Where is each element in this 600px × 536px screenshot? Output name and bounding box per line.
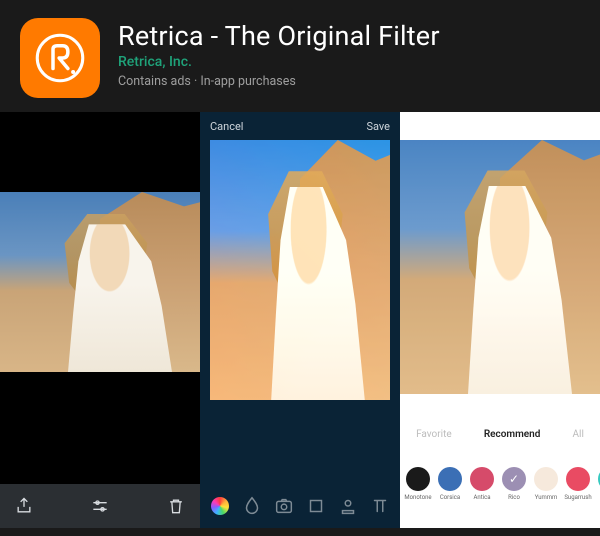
filter-label: Sugarrush: [564, 494, 591, 501]
app-header: Retrica - The Original Filter Retrica, I…: [0, 0, 600, 112]
filter-label: Corsica: [440, 494, 460, 501]
photo-preview: [0, 192, 200, 372]
filter-label: Yummm: [535, 494, 558, 501]
filter-sugarrush[interactable]: Sugarrush: [564, 467, 592, 501]
filter-swatch: [502, 467, 526, 491]
filter-label: Monotone: [404, 494, 431, 501]
filter-label: Rico: [508, 494, 520, 501]
developer-name[interactable]: Retrica, Inc.: [118, 54, 440, 70]
screenshot-2[interactable]: Cancel Save: [200, 112, 400, 528]
trash-icon[interactable]: [166, 496, 186, 516]
app-title: Retrica - The Original Filter: [118, 20, 440, 52]
edit-top-bar: Cancel Save: [200, 112, 400, 140]
blur-icon[interactable]: [241, 495, 263, 517]
camera-icon[interactable]: [273, 495, 295, 517]
edit-tools: [200, 484, 400, 528]
screenshot-1[interactable]: [0, 112, 200, 528]
filter-label: Antica: [473, 494, 490, 501]
filter-yummm[interactable]: Yummm: [532, 467, 560, 501]
filter-monotone[interactable]: Monotone: [404, 467, 432, 501]
filter-aqua[interactable]: Aqua: [596, 467, 600, 501]
filter-rico[interactable]: Rico: [500, 467, 528, 501]
cancel-button[interactable]: Cancel: [210, 120, 243, 133]
tab-recommend[interactable]: Recommend: [484, 429, 541, 440]
filter-swatch: [534, 467, 558, 491]
app-icon[interactable]: [20, 18, 100, 98]
filter-tabs: Favorite Recommend All: [400, 420, 600, 448]
share-icon[interactable]: [14, 496, 34, 516]
adjust-icon[interactable]: [90, 496, 110, 516]
app-meta: Contains ads · In-app purchases: [118, 74, 440, 89]
filter-swatch: [470, 467, 494, 491]
retrica-logo-icon: [32, 30, 88, 86]
bottom-toolbar: [0, 484, 200, 528]
filter-swatch: [566, 467, 590, 491]
title-block: Retrica - The Original Filter Retrica, I…: [118, 18, 440, 89]
filter-panel: Favorite Recommend All Monotone Corsica An…: [400, 420, 600, 528]
text-icon[interactable]: [369, 495, 391, 517]
screenshot-3[interactable]: Favorite Recommend All Monotone Corsica An…: [400, 112, 600, 528]
tab-all[interactable]: All: [573, 429, 584, 440]
filter-antica[interactable]: Antica: [468, 467, 496, 501]
screenshot-row: Cancel Save Favorite Recommend All Monot…: [0, 112, 600, 528]
filter-strip[interactable]: Monotone Corsica Antica Rico Yummm Sugarrush A…: [400, 448, 600, 528]
filter-corsica[interactable]: Corsica: [436, 467, 464, 501]
stamp-icon[interactable]: [337, 495, 359, 517]
save-button[interactable]: Save: [366, 120, 390, 133]
crop-icon[interactable]: [305, 495, 327, 517]
filter-swatch: [438, 467, 462, 491]
photo-preview-filtered: [210, 140, 390, 400]
palette-icon[interactable]: [209, 495, 231, 517]
filter-swatch: [406, 467, 430, 491]
photo-preview-clean: [400, 140, 600, 394]
tab-favorite[interactable]: Favorite: [416, 429, 452, 440]
